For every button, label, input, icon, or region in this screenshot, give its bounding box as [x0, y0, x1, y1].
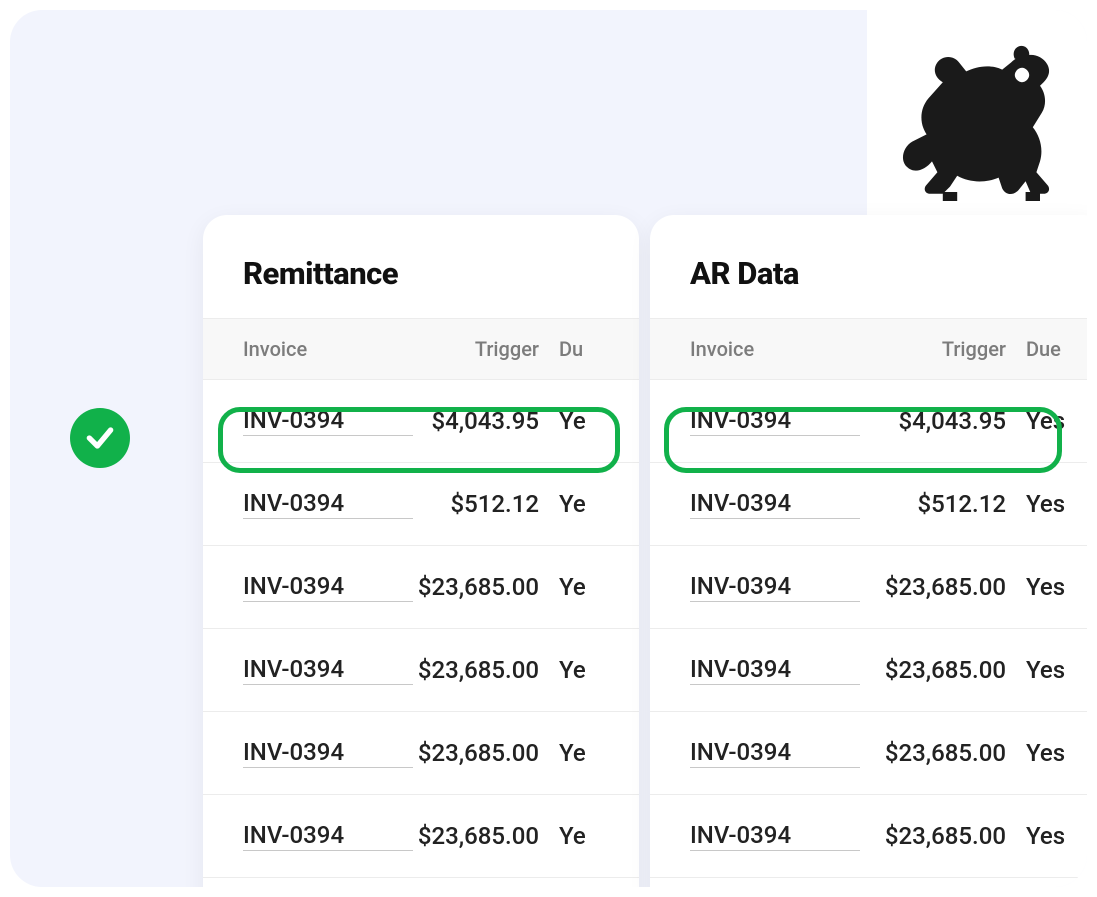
table-header: Invoice Trigger Du [203, 318, 639, 380]
cell-trigger: $23,685.00 [413, 822, 539, 850]
table-row[interactable]: INV-0394$23,685.00Yes [650, 629, 1087, 712]
cell-invoice: INV-0394 [690, 406, 860, 436]
remittance-card: Remittance Invoice Trigger Du INV-0394$4… [203, 215, 639, 887]
cell-invoice: INV-0394 [690, 489, 860, 519]
table-row[interactable]: INV-0394$23,685.00Ye [203, 795, 639, 878]
cell-trigger: $23,685.00 [413, 573, 539, 601]
cell-invoice: INV-0394 [690, 738, 860, 768]
ardata-card: AR Data Invoice Trigger Due INV-0394$4,0… [650, 215, 1087, 887]
table-row[interactable]: INV-0394$23,685.00Yes [650, 712, 1087, 795]
cell-invoice: INV-0394 [690, 821, 860, 851]
cell-due: Yes [1006, 656, 1066, 684]
cell-invoice: INV-0394 [243, 655, 413, 685]
cell-due: Yes [1006, 739, 1066, 767]
table-header: Invoice Trigger Due [650, 318, 1087, 380]
cell-invoice: INV-0394 [243, 406, 413, 436]
cell-trigger: $23,685.00 [860, 656, 1006, 684]
table-row[interactable]: INV-0394$23,685.00Ye [203, 546, 639, 629]
cell-invoice: INV-0394 [243, 821, 413, 851]
app-canvas: Remittance Invoice Trigger Du INV-0394$4… [10, 10, 1087, 887]
col-invoice: Invoice [243, 337, 413, 361]
cell-trigger: $23,685.00 [413, 656, 539, 684]
cell-invoice: INV-0394 [690, 572, 860, 602]
cell-trigger: $512.12 [860, 490, 1006, 518]
table-row[interactable]: INV-0394$23,685.00Yes [650, 795, 1087, 878]
cell-trigger: $23,685.00 [413, 739, 539, 767]
cell-trigger: $23,685.00 [860, 573, 1006, 601]
cell-due: Ye [539, 573, 599, 601]
cell-due: Ye [539, 407, 599, 435]
col-invoice: Invoice [690, 337, 860, 361]
table-row[interactable]: INV-0394$23,685.00Ye [203, 712, 639, 795]
table-row[interactable]: INV-0394$4,043.95Ye [203, 380, 639, 463]
col-trigger: Trigger [860, 337, 1006, 361]
cell-trigger: $23,685.00 [860, 739, 1006, 767]
cell-due: Yes [1006, 573, 1066, 601]
col-trigger: Trigger [413, 337, 539, 361]
table-row[interactable]: INV-0394$512.12Ye [203, 463, 639, 546]
cell-trigger: $4,043.95 [860, 407, 1006, 435]
table-row[interactable]: INV-0394$23,685.00Yes [650, 546, 1087, 629]
cell-invoice: INV-0394 [690, 655, 860, 685]
table-row[interactable]: INV-0394$4,043.95Yes [650, 380, 1087, 463]
horse-icon [887, 30, 1067, 210]
cell-trigger: $23,685.00 [860, 822, 1006, 850]
card-title: Remittance [203, 215, 639, 318]
col-due: Due [1006, 337, 1066, 361]
col-due: Du [539, 337, 599, 361]
card-title: AR Data [650, 215, 1087, 318]
table-body: INV-0394$4,043.95YesINV-0394$512.12YesIN… [650, 380, 1087, 878]
cell-due: Yes [1006, 407, 1066, 435]
cell-due: Ye [539, 490, 599, 518]
cell-due: Ye [539, 822, 599, 850]
table-body: INV-0394$4,043.95YeINV-0394$512.12YeINV-… [203, 380, 639, 878]
cell-due: Yes [1006, 490, 1066, 518]
cell-invoice: INV-0394 [243, 489, 413, 519]
cell-trigger: $512.12 [413, 490, 539, 518]
cell-due: Ye [539, 656, 599, 684]
match-check-icon [70, 408, 130, 468]
cell-due: Ye [539, 739, 599, 767]
cell-invoice: INV-0394 [243, 572, 413, 602]
cell-invoice: INV-0394 [243, 738, 413, 768]
table-row[interactable]: INV-0394$23,685.00Ye [203, 629, 639, 712]
cell-due: Yes [1006, 822, 1066, 850]
cell-trigger: $4,043.95 [413, 407, 539, 435]
brand-logo-box [867, 10, 1087, 230]
table-row[interactable]: INV-0394$512.12Yes [650, 463, 1087, 546]
